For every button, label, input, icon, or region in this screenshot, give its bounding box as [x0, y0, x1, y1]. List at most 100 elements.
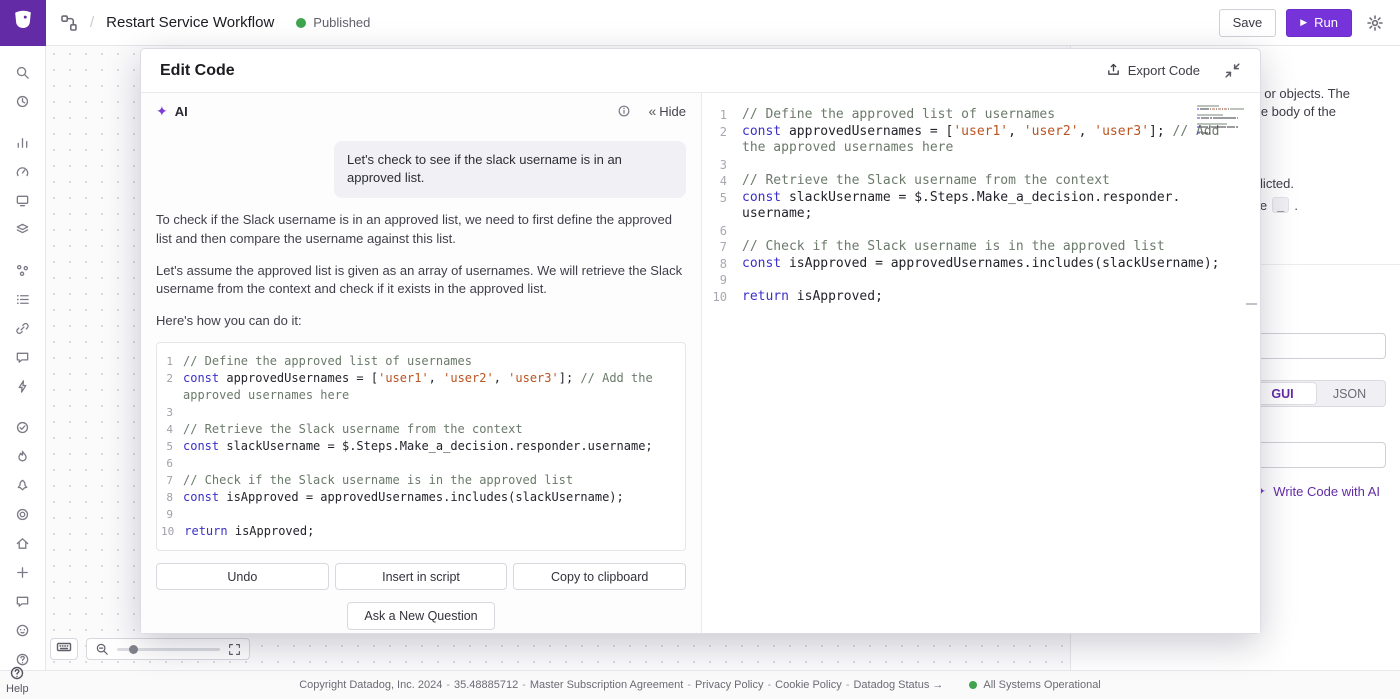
- footer-separator: -: [846, 679, 850, 691]
- modal-body: ✦ AI « Hide Let's check to see if the sl…: [141, 93, 1260, 633]
- help-label: Help: [6, 683, 29, 695]
- status-ok-dot-icon: [969, 681, 977, 689]
- footer-separator: -: [687, 679, 691, 691]
- gui-json-toggle: GUIJSON: [1246, 380, 1386, 407]
- dog-icon[interactable]: [8, 616, 38, 645]
- editor-content: 1// Define the approved list of username…: [712, 107, 1260, 305]
- copy-to-clipboard-button[interactable]: Copy to clipboard: [513, 563, 686, 590]
- layers-icon[interactable]: [8, 215, 38, 244]
- system-status[interactable]: All Systems Operational: [969, 679, 1100, 691]
- export-code-button[interactable]: Export Code: [1106, 62, 1200, 80]
- target-icon[interactable]: [8, 500, 38, 529]
- user-message-bubble: Let's check to see if the slack username…: [334, 141, 686, 198]
- ai-response-paragraph: Here's how you can do it:: [156, 312, 686, 331]
- hide-ai-panel-button[interactable]: « Hide: [648, 103, 686, 119]
- line-number: 1: [712, 107, 742, 124]
- bar-chart-icon[interactable]: [8, 128, 38, 157]
- code-line: 10return isApproved;: [712, 289, 1260, 306]
- code-editor[interactable]: 1// Define the approved list of username…: [702, 93, 1260, 633]
- footer-link[interactable]: Master Subscription Agreement: [530, 679, 683, 691]
- help-button[interactable]: Help: [6, 665, 29, 695]
- code-line: 7// Check if the Slack username is in th…: [161, 472, 677, 489]
- info-icon[interactable]: [617, 104, 631, 118]
- plus-icon[interactable]: [8, 558, 38, 587]
- insert-in-script-button[interactable]: Insert in script: [335, 563, 508, 590]
- code-line: 8const isApproved = approvedUsernames.in…: [161, 489, 677, 506]
- check-circle-icon[interactable]: [8, 413, 38, 442]
- footer-link[interactable]: Datadog Status →: [853, 679, 943, 691]
- collapse-modal-icon[interactable]: [1224, 62, 1241, 79]
- code-line: 3: [161, 404, 677, 421]
- code-line: 8const isApproved = approvedUsernames.in…: [712, 256, 1260, 273]
- link-icon[interactable]: [8, 314, 38, 343]
- flame-icon[interactable]: [8, 442, 38, 471]
- topbar-actions: Save ▶ Run: [1219, 9, 1400, 37]
- topbar: / Restart Service Workflow Published Sav…: [0, 0, 1400, 46]
- line-number: 10: [161, 523, 184, 540]
- code-line: 10return isApproved;: [161, 523, 677, 540]
- breadcrumb-separator: /: [90, 14, 94, 31]
- footer-link[interactable]: Cookie Policy: [775, 679, 842, 691]
- list-tree-icon[interactable]: [8, 285, 38, 314]
- footer-links: Copyright Datadog, Inc. 2024-35.48885712…: [299, 679, 943, 691]
- keyboard-shortcuts-button[interactable]: [50, 638, 78, 660]
- monitor-icon[interactable]: [8, 186, 38, 215]
- footer-separator: -: [522, 679, 526, 691]
- fit-screen-icon[interactable]: [228, 643, 241, 656]
- search-icon[interactable]: [8, 58, 38, 87]
- line-number: 3: [712, 157, 742, 174]
- ai-assistant-panel: ✦ AI « Hide Let's check to see if the sl…: [141, 93, 702, 633]
- code-line: 4// Retrieve the Slack username from the…: [712, 173, 1260, 190]
- ai-conversation: Let's check to see if the slack username…: [141, 129, 701, 633]
- comment-icon[interactable]: [8, 343, 38, 372]
- run-label: Run: [1314, 15, 1338, 30]
- line-number: 5: [712, 190, 742, 223]
- run-button[interactable]: ▶ Run: [1286, 9, 1352, 37]
- code-line: 7// Check if the Slack username is in th…: [712, 239, 1260, 256]
- code-line: 2const approvedUsernames = ['user1', 'us…: [712, 124, 1260, 157]
- line-number: 2: [161, 370, 183, 404]
- tab-json[interactable]: JSON: [1316, 383, 1383, 404]
- code-line: 2const approvedUsernames = ['user1', 'us…: [161, 370, 677, 404]
- ai-code-block: 1// Define the approved list of username…: [156, 342, 686, 551]
- line-number: 9: [712, 272, 742, 289]
- zoom-slider-thumb[interactable]: [129, 645, 138, 654]
- status-label: Published: [313, 15, 370, 30]
- footer-link: Copyright Datadog, Inc. 2024: [299, 679, 442, 691]
- zoom-out-icon[interactable]: [95, 642, 109, 656]
- history-icon[interactable]: [8, 87, 38, 116]
- line-number: 6: [161, 455, 183, 472]
- datadog-logo[interactable]: [0, 0, 46, 46]
- scrollbar-marker: [1246, 303, 1257, 305]
- modal-title: Edit Code: [160, 62, 235, 80]
- ai-code-actions: UndoInsert in scriptCopy to clipboard: [156, 563, 686, 590]
- code-line: 3: [712, 157, 1260, 174]
- undo-button[interactable]: Undo: [156, 563, 329, 590]
- side-panel-text-fragment: e _ .: [1260, 197, 1298, 213]
- footer-link[interactable]: Privacy Policy: [695, 679, 763, 691]
- footer-link[interactable]: 35.48885712: [454, 679, 518, 691]
- ask-new-question-button[interactable]: Ask a New Question: [347, 602, 494, 630]
- ai-response-paragraph: To check if the Slack username is in an …: [156, 211, 686, 249]
- bolt-icon[interactable]: [8, 372, 38, 401]
- canvas-zoom-controls: [86, 638, 250, 660]
- cluster-icon[interactable]: [8, 256, 38, 285]
- home-icon[interactable]: [8, 529, 38, 558]
- sparkle-ai-icon: ✦: [156, 103, 168, 120]
- gauge-icon[interactable]: [8, 157, 38, 186]
- write-code-with-ai-button[interactable]: ✦ Write Code with AI: [1255, 483, 1380, 500]
- chat-icon[interactable]: [8, 587, 38, 616]
- code-line: 1// Define the approved list of username…: [712, 107, 1260, 124]
- zoom-slider[interactable]: [117, 648, 220, 651]
- rocket-icon[interactable]: [8, 471, 38, 500]
- settings-gear-icon[interactable]: [1366, 14, 1384, 32]
- modal-header: Edit Code Export Code: [141, 49, 1260, 93]
- code-line: 6: [161, 455, 677, 472]
- code-line: 9: [712, 272, 1260, 289]
- line-number: 8: [712, 256, 742, 273]
- save-button[interactable]: Save: [1219, 9, 1277, 37]
- workflow-title: Restart Service Workflow: [106, 14, 274, 31]
- editor-minimap[interactable]: [1197, 105, 1245, 135]
- fragment-text: .: [1294, 198, 1298, 213]
- datadog-dog-icon: [10, 7, 36, 38]
